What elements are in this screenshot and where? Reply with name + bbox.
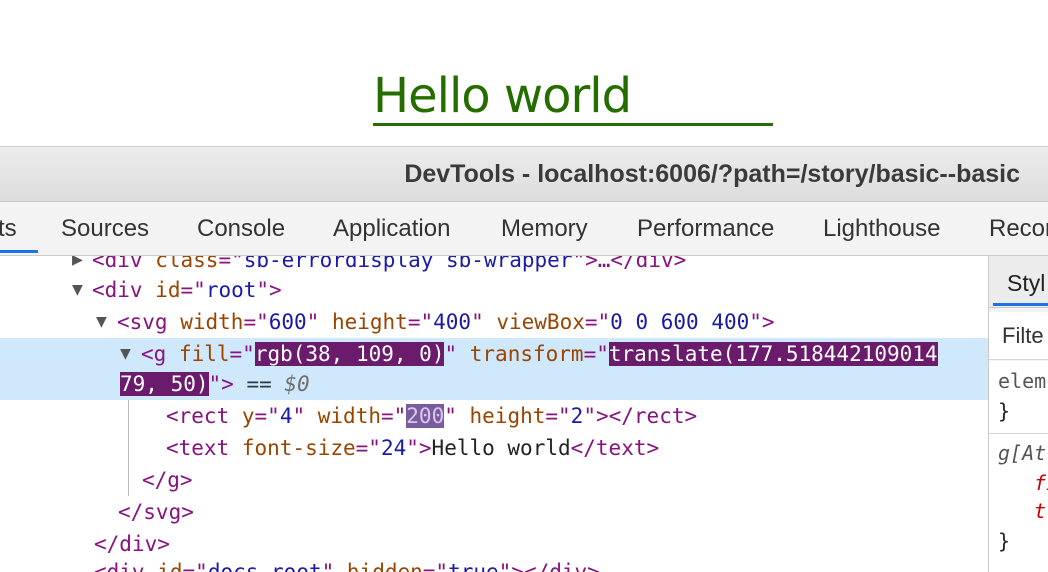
tag-close: ></div> bbox=[511, 560, 600, 572]
tab-memory[interactable]: Memory bbox=[501, 214, 588, 244]
active-subtab-indicator bbox=[993, 303, 1048, 306]
attr-value-changed: 200 bbox=[406, 404, 445, 428]
console-ref: $0 bbox=[284, 372, 310, 396]
attr-name: height bbox=[469, 404, 546, 428]
tag-close: </svg> bbox=[118, 500, 194, 524]
tag-close: </g> bbox=[142, 468, 193, 492]
attr-name: width bbox=[180, 310, 244, 334]
attr-value: root bbox=[205, 278, 257, 302]
tag-open: <svg bbox=[117, 310, 181, 334]
collapse-arrow-icon[interactable]: ▼ bbox=[72, 274, 83, 306]
tag-close: > bbox=[221, 372, 234, 396]
dom-node-root-div[interactable]: ▼ <div id="root"> bbox=[0, 274, 988, 306]
dom-node-g-selected[interactable]: ▼ <g fill="rgb(38, 109, 0)" transform="tr… bbox=[0, 338, 988, 370]
hello-underline-rect bbox=[373, 123, 773, 126]
styles-tab-label: Styl bbox=[1007, 270, 1046, 296]
rule-selector-g[interactable]: g[At bbox=[998, 439, 1046, 467]
attr-name: width bbox=[317, 404, 381, 428]
active-tab-indicator bbox=[0, 250, 38, 253]
attr-value-highlighted: 79, 50) bbox=[120, 372, 209, 396]
tab-styles[interactable]: Styl bbox=[989, 256, 1048, 308]
tag-open: <text bbox=[166, 436, 242, 460]
hello-world-text: Hello world bbox=[373, 68, 632, 124]
story-preview: Hello world bbox=[0, 0, 1048, 146]
rule-prop-transform[interactable]: tr bbox=[1034, 497, 1048, 525]
elements-panel[interactable]: ▶ <div class="sb-errordisplay sb-wrapper"… bbox=[0, 256, 988, 572]
dom-node-g-close[interactable]: </g> bbox=[0, 464, 988, 496]
attr-value-highlighted: rgb(38, 109, 0) bbox=[254, 342, 445, 366]
attr-value: 400 bbox=[433, 310, 472, 334]
text-node: Hello world bbox=[431, 436, 571, 460]
tag-close: ></rect> bbox=[595, 404, 698, 428]
attr-name: class bbox=[155, 256, 219, 272]
tag-open: <div bbox=[92, 256, 156, 272]
filter-placeholder: Filte bbox=[1002, 323, 1044, 348]
rule-prop-fill[interactable]: fi bbox=[1034, 469, 1048, 497]
styles-sidebar[interactable]: Styl Filte elem } g[At fi tr } bbox=[988, 256, 1048, 572]
attr-eq: =" bbox=[218, 256, 244, 272]
tag-close: ">…</div> bbox=[572, 256, 687, 272]
dom-node-errordisplay[interactable]: ▶ <div class="sb-errordisplay sb-wrapper"… bbox=[0, 256, 988, 276]
devtools-tabbar: ts Sources Console Application Memory Pe… bbox=[0, 202, 1048, 256]
attr-name: hidden bbox=[346, 560, 423, 572]
style-rules: elem } g[At fi tr } bbox=[989, 361, 1048, 572]
expand-arrow-icon[interactable]: ▶ bbox=[72, 256, 83, 276]
tag-close: > bbox=[269, 278, 282, 302]
devtools-titlebar[interactable]: DevTools - localhost:6006/?path=/story/b… bbox=[0, 146, 1048, 202]
tab-elements[interactable]: ts bbox=[0, 214, 17, 244]
collapse-arrow-icon[interactable]: ▼ bbox=[120, 338, 131, 370]
styles-filter-input[interactable]: Filte bbox=[989, 312, 1048, 360]
attr-value: sb-errordisplay sb-wrapper bbox=[243, 256, 573, 272]
tab-lighthouse[interactable]: Lighthouse bbox=[823, 214, 940, 244]
tab-application[interactable]: Application bbox=[333, 214, 450, 244]
tab-sources[interactable]: Sources bbox=[61, 214, 149, 244]
tab-performance[interactable]: Performance bbox=[637, 214, 774, 244]
attr-value: 2 bbox=[570, 404, 584, 428]
attr-name: id bbox=[157, 560, 183, 572]
attr-value: docs-root bbox=[207, 560, 322, 572]
dom-node-svg[interactable]: ▼ <svg width="600" height="400" viewBox="… bbox=[0, 306, 988, 338]
attr-value-highlighted: translate(177.518442109014 bbox=[608, 342, 938, 366]
attr-name: font-size bbox=[241, 436, 356, 460]
dom-node-g-wrap[interactable]: 79, 50)"> == $0 bbox=[0, 368, 988, 400]
eq-marker: == bbox=[233, 372, 285, 396]
attr-name: fill bbox=[178, 342, 230, 366]
tag-open: <div bbox=[92, 278, 156, 302]
tab-recorder[interactable]: Recor bbox=[989, 214, 1048, 244]
tag-open: <rect bbox=[166, 404, 242, 428]
attr-name: transform bbox=[469, 342, 584, 366]
dom-node-rect[interactable]: <rect y="4" width="200" height="2"></rec… bbox=[0, 400, 988, 432]
attr-value: 4 bbox=[279, 404, 293, 428]
dom-node-text[interactable]: <text font-size="24">Hello world</text> bbox=[0, 432, 988, 464]
attr-value: true bbox=[448, 560, 499, 572]
window-title: DevTools - localhost:6006/?path=/story/b… bbox=[404, 160, 1020, 188]
rule-close-brace: } bbox=[998, 399, 1011, 423]
rule-divider bbox=[989, 433, 1048, 434]
rule-selector-element[interactable]: elem bbox=[998, 367, 1046, 395]
attr-value: 600 bbox=[268, 310, 307, 334]
attr-name: viewBox bbox=[496, 310, 585, 334]
collapse-arrow-icon[interactable]: ▼ bbox=[96, 306, 107, 338]
tag-open: <div bbox=[94, 560, 158, 572]
rule-close-brace: } bbox=[998, 529, 1011, 553]
attr-name: y bbox=[241, 404, 255, 428]
attr-name: id bbox=[155, 278, 181, 302]
tag-open: <g bbox=[141, 342, 179, 366]
tag-close: > bbox=[761, 310, 775, 334]
tag-close: </text> bbox=[570, 436, 660, 460]
tab-console[interactable]: Console bbox=[197, 214, 285, 244]
attr-value: 24 bbox=[380, 436, 407, 460]
attr-value: 0 0 600 400 bbox=[610, 310, 750, 334]
dom-node-svg-close[interactable]: </svg> bbox=[0, 496, 988, 528]
attr-name: height bbox=[331, 310, 408, 334]
dom-node-docs-root[interactable]: <div id="docs-root" hidden="true"></div> bbox=[0, 556, 988, 572]
